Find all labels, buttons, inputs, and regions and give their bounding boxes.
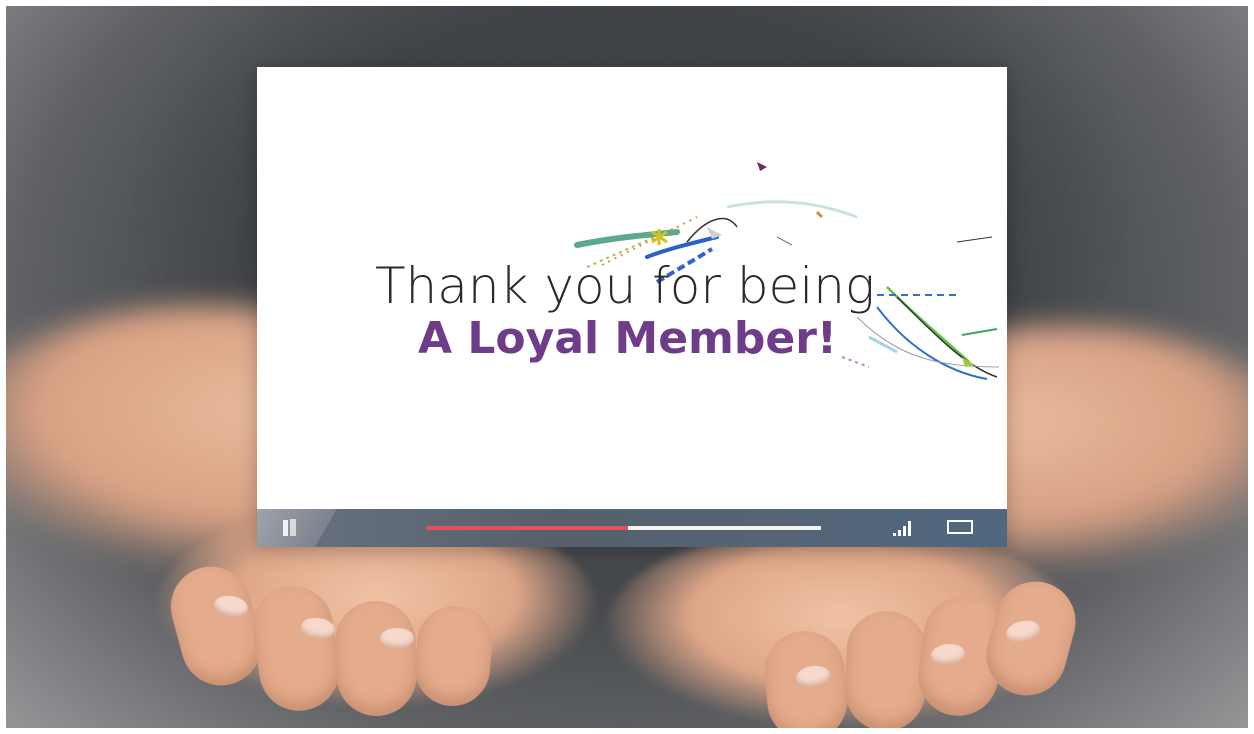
fingernail bbox=[380, 628, 414, 648]
left-finger bbox=[334, 599, 418, 718]
thank-you-heading: Thank you for being bbox=[375, 257, 875, 315]
play-pause-icon[interactable] bbox=[283, 519, 297, 537]
volume-bars-icon[interactable] bbox=[891, 520, 917, 536]
progress-played bbox=[427, 526, 628, 530]
right-finger bbox=[843, 609, 929, 728]
player-controls bbox=[257, 509, 1007, 547]
progress-bar[interactable] bbox=[427, 526, 821, 530]
video-frame[interactable]: Thank you for being A Loyal Member! bbox=[257, 67, 1007, 509]
video-player[interactable]: Thank you for being A Loyal Member! bbox=[257, 67, 1007, 547]
fullscreen-icon[interactable] bbox=[947, 520, 973, 534]
loyal-member-heading: A Loyal Member! bbox=[418, 313, 837, 364]
controls-gloss bbox=[257, 509, 367, 547]
